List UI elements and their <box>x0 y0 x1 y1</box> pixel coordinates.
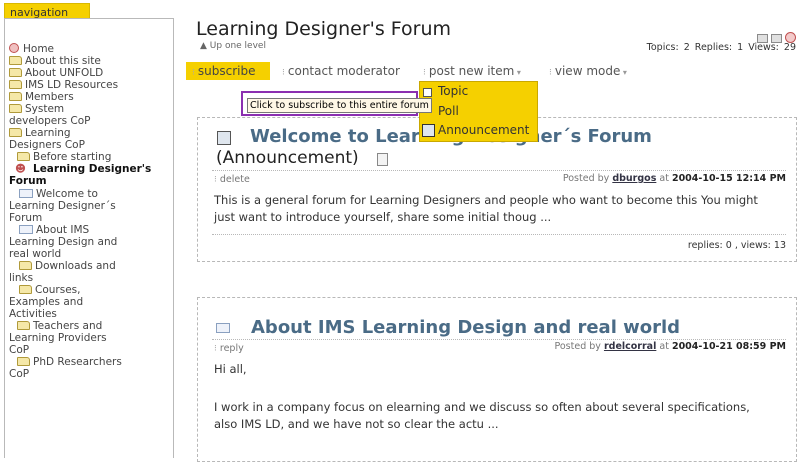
posted-by-label: Posted by <box>562 173 610 184</box>
document-icon[interactable] <box>377 153 388 166</box>
reply-label: reply <box>219 343 244 354</box>
sidebar-item-home[interactable]: Home <box>9 43 54 55</box>
envelope-icon <box>19 225 33 234</box>
post-footer: replies: 0 , views: 13 <box>687 240 786 251</box>
folder-icon <box>19 285 32 294</box>
sidebar-item-teachers[interactable]: Teachers and Learning Providers CoP <box>9 320 127 356</box>
post-body: I work in a company focus on elearning a… <box>214 400 750 431</box>
post-meta: Posted by dburgos at 2004-10-15 12:14 PM <box>563 173 786 184</box>
folder-icon <box>17 321 30 330</box>
sidebar-item-about-ims[interactable]: About IMS Learning Design and real world <box>9 224 119 260</box>
sidebar-item-label: About this site <box>25 55 101 67</box>
sidebar-item-label: About UNFOLD <box>25 67 104 79</box>
announcement-icon <box>422 124 435 137</box>
sidebar-item-label: Home <box>23 43 55 55</box>
bullet-icon: ⁝ <box>423 68 426 78</box>
post-meta: Posted by rdelcorral at 2004-10-21 08:59… <box>554 341 786 352</box>
subscribe-label: subscribe <box>197 64 256 78</box>
sidebar-item-learning-designers-cop[interactable]: Learning Designers CoP <box>9 127 119 151</box>
folder-icon <box>9 56 22 65</box>
reply-link[interactable]: ⁝ reply <box>214 343 244 354</box>
home-icon <box>9 43 19 53</box>
sidebar-item-before-starting[interactable]: Before starting <box>17 151 111 163</box>
bullet-icon: ⁝ <box>214 344 217 354</box>
chevron-down-icon: ▾ <box>620 68 627 77</box>
folder-icon <box>9 104 22 113</box>
at-label: at <box>659 341 669 352</box>
forum-people-icon: ☻ <box>15 163 26 175</box>
author-link[interactable]: dburgos <box>612 173 656 184</box>
sidebar-item-ims-ld-resources[interactable]: IMS LD Resources <box>9 79 118 91</box>
sidebar-item-label: Members <box>25 91 74 103</box>
envelope-icon <box>216 323 230 333</box>
sidebar-item-about-unfold[interactable]: About UNFOLD <box>9 67 103 79</box>
up-one-level-link[interactable]: ▲ Up one level <box>200 41 266 51</box>
chevron-down-icon: ▾ <box>514 68 521 77</box>
sidebar-item-courses[interactable]: Courses, Examples and Activities <box>9 284 121 320</box>
post-title-suffix: (Announcement) <box>216 148 359 168</box>
sidebar-item-system-developers[interactable]: System developers CoP <box>9 103 119 127</box>
post-date: 2004-10-21 08:59 PM <box>671 341 786 352</box>
subscribe-tooltip: Click to subscribe to this entire forum <box>241 91 432 116</box>
dropdown-item-announcement[interactable]: Announcement <box>438 123 529 137</box>
sidebar-item-members[interactable]: Members <box>9 91 74 103</box>
view-mode-label: view mode <box>554 64 621 78</box>
author-link[interactable]: rdelcorral <box>604 341 656 352</box>
sidebar-item-label: IMS LD Resources <box>25 79 119 91</box>
page-title: Learning Designer's Forum <box>196 18 452 40</box>
at-label: at <box>659 173 669 184</box>
sidebar-item-learning-designers-forum[interactable]: ☻ Learning Designer's Forum <box>9 163 169 187</box>
bullet-icon: ⁝ <box>192 68 195 78</box>
post-body-greeting: Hi all, <box>214 362 247 376</box>
sidebar-item-downloads[interactable]: Downloads and links <box>9 260 127 284</box>
envelope-icon <box>19 189 33 198</box>
folder-icon <box>9 128 22 137</box>
announcement-icon <box>217 131 231 145</box>
post-body: This is a general forum for Learning Des… <box>214 193 758 224</box>
bullet-icon: ⁝ <box>282 68 285 78</box>
post-topic: About IMS Learning Design and real world… <box>197 297 797 462</box>
folder-icon <box>19 261 32 270</box>
bullet-icon: ⁝ <box>214 175 217 185</box>
sidebar-item-label: Before starting <box>33 151 112 163</box>
post-new-item-menu[interactable]: ⁝ post new item ▾ <box>423 64 521 78</box>
sidebar-item-about-site[interactable]: About this site <box>9 55 101 67</box>
contact-moderator-label: contact moderator <box>287 64 400 78</box>
dropdown-item-poll[interactable]: Poll <box>438 104 459 118</box>
folder-icon <box>9 80 22 89</box>
sidebar: Home About this site About UNFOLD IMS LD… <box>4 18 174 458</box>
delete-label: delete <box>219 174 250 185</box>
folder-icon <box>17 357 30 366</box>
forum-stats: Topics: 2 Replies: 1 Views: 29 <box>646 42 796 53</box>
folder-icon <box>9 92 22 101</box>
view-mode-menu[interactable]: ⁝ view mode ▾ <box>549 64 627 78</box>
subscribe-button[interactable]: ⁝ subscribe <box>186 62 270 80</box>
tooltip-text: Click to subscribe to this entire forum <box>247 98 432 113</box>
folder-icon <box>17 152 30 161</box>
folder-icon <box>9 68 22 77</box>
sidebar-item-phd[interactable]: PhD Researchers CoP <box>9 356 127 380</box>
post-new-item-label: post new item <box>428 64 515 78</box>
post-title[interactable]: About IMS Learning Design and real world <box>251 317 680 338</box>
bullet-icon: ⁝ <box>549 68 552 78</box>
contact-moderator-link[interactable]: ⁝ contact moderator <box>282 64 400 78</box>
delete-link[interactable]: ⁝ delete <box>214 174 250 185</box>
topic-icon <box>423 88 432 97</box>
sidebar-item-welcome[interactable]: Welcome to Learning Designer´s Forum <box>9 188 121 224</box>
dropdown-item-topic[interactable]: Topic <box>438 84 468 98</box>
post-new-item-dropdown: Topic Poll Announcement <box>419 81 538 142</box>
posted-by-label: Posted by <box>554 341 601 352</box>
post-date: 2004-10-15 12:14 PM <box>671 173 786 184</box>
